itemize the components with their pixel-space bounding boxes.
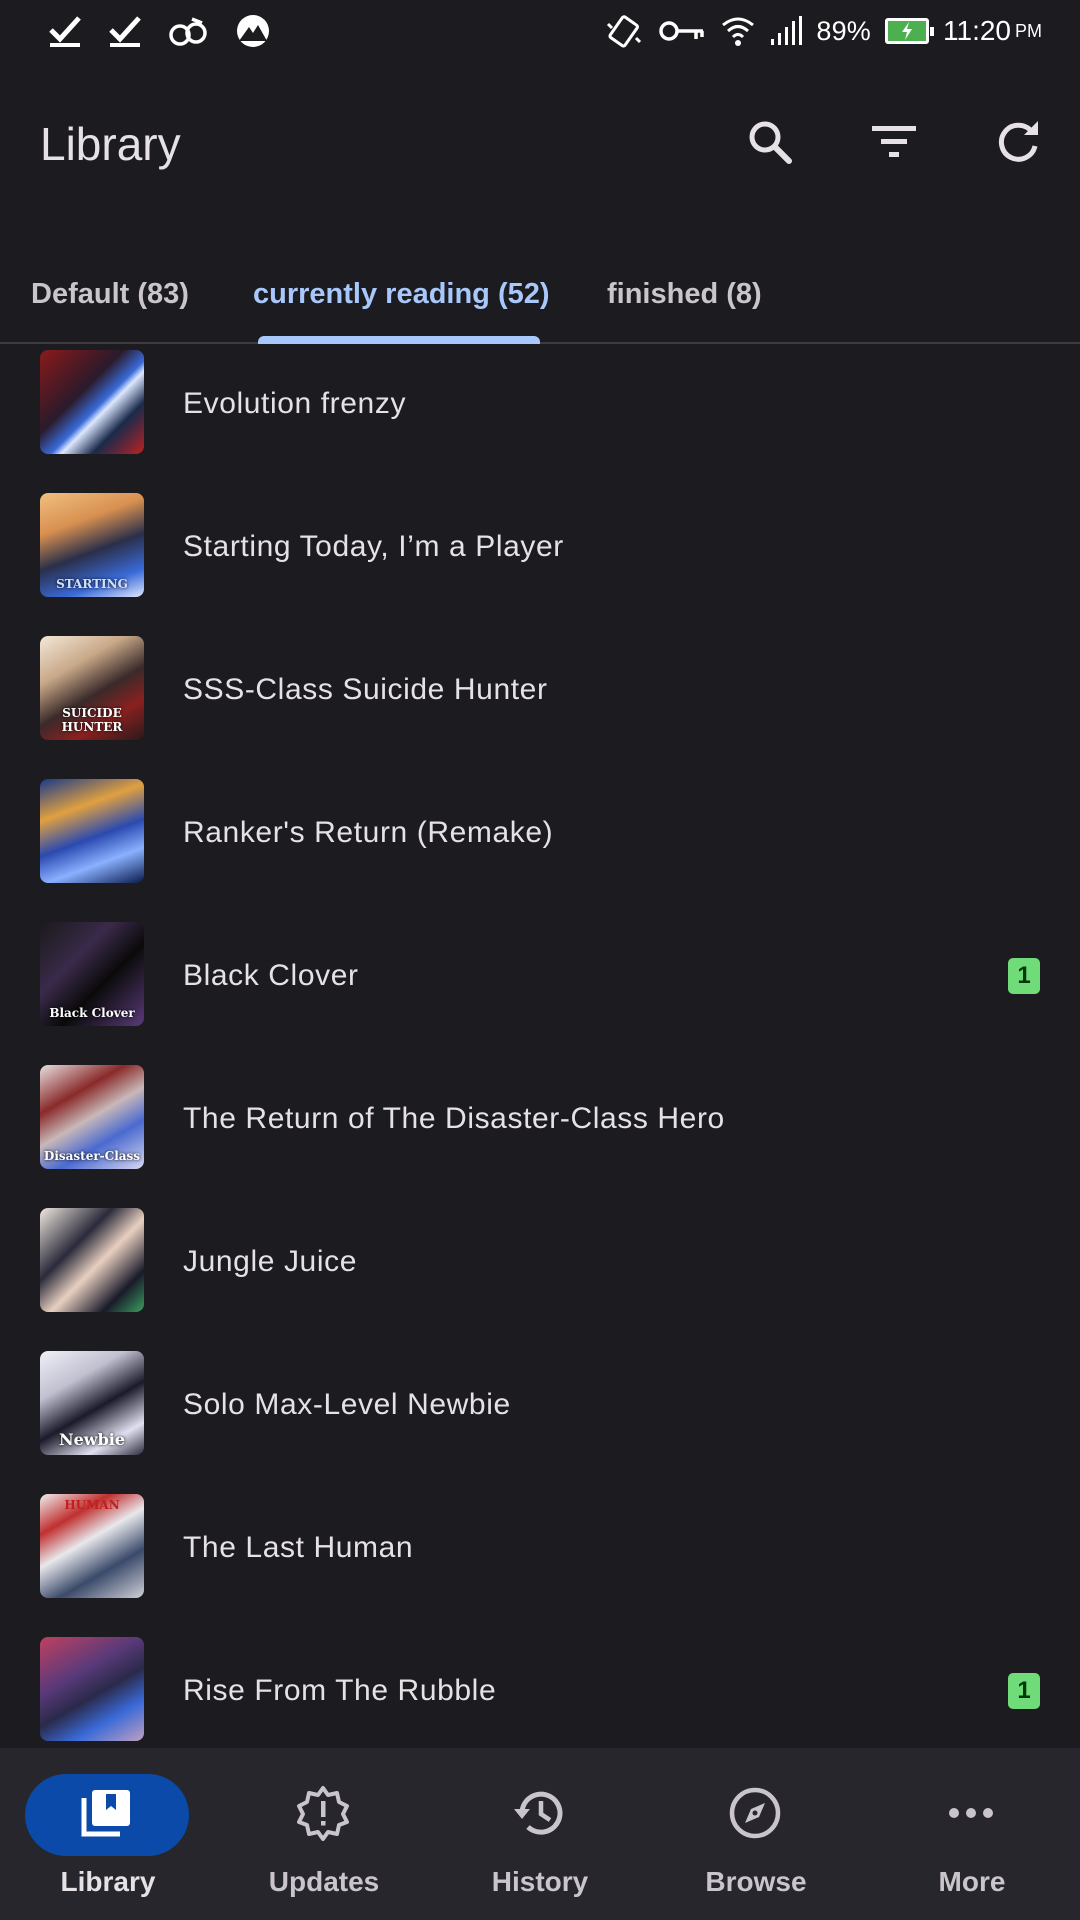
- cover-image: HUMAN: [40, 1494, 144, 1598]
- list-item[interactable]: HUMAN The Last Human: [0, 1476, 1080, 1619]
- status-bar-system: 89% 11:20 PM: [590, 13, 1042, 49]
- manga-title: Black Clover: [183, 958, 359, 992]
- tab-default[interactable]: Default (83): [31, 246, 189, 342]
- wifi-icon: [720, 13, 756, 49]
- nav-label: Updates: [268, 1866, 380, 1897]
- nav-label: History: [491, 1866, 589, 1897]
- cover-art-caption: Black Clover: [49, 1006, 135, 1020]
- nav-history[interactable]: History: [432, 1748, 648, 1920]
- history-icon: [511, 1785, 567, 1846]
- clock: 11:20 PM: [943, 15, 1042, 47]
- more-icon: [947, 1805, 995, 1826]
- updates-icon: [295, 1785, 351, 1846]
- manga-title: Jungle Juice: [183, 1244, 357, 1278]
- list-item[interactable]: Black Clover Black Clover 1: [0, 904, 1080, 1047]
- vpn-key-icon: [658, 16, 706, 46]
- manga-title: The Return of The Disaster-Class Hero: [183, 1101, 725, 1135]
- refresh-button[interactable]: [970, 96, 1066, 192]
- nav-browse[interactable]: Browse: [648, 1748, 864, 1920]
- mountain-app-icon: [234, 14, 272, 48]
- manga-title: Solo Max-Level Newbie: [183, 1387, 511, 1421]
- manga-title: Starting Today, I’m a Player: [183, 529, 564, 563]
- unread-badge: 1: [1008, 1672, 1040, 1709]
- cover-image: Newbie: [40, 1351, 144, 1455]
- unread-badge: 1: [1008, 957, 1040, 994]
- nav-icon-area: [241, 1774, 405, 1856]
- list-item[interactable]: Disaster-Class The Return of The Disaste…: [0, 1047, 1080, 1190]
- cover-image: STARTING: [40, 493, 144, 597]
- nav-label: Browse: [705, 1866, 807, 1897]
- cover-art-caption: Newbie: [58, 1430, 126, 1449]
- cover-image: [40, 350, 144, 454]
- battery-percent: 89%: [816, 15, 871, 46]
- check-icon: [108, 14, 142, 48]
- refresh-icon: [994, 118, 1042, 171]
- nav-updates[interactable]: Updates: [216, 1748, 432, 1920]
- nav-icon-area: [457, 1774, 621, 1856]
- nav-label: Library: [60, 1866, 156, 1897]
- bottom-navigation: Library Updates History Browse More: [0, 1748, 1080, 1920]
- signal-icon: [770, 15, 803, 47]
- cover-art-caption: SUICIDE HUNTER: [61, 706, 123, 734]
- manga-title: Evolution frenzy: [183, 386, 407, 420]
- category-tabs: Default (83) currently reading (52) fini…: [0, 246, 1080, 344]
- manga-title: SSS-Class Suicide Hunter: [183, 672, 548, 706]
- check-icon: [48, 14, 82, 48]
- tab-currently-reading[interactable]: currently reading (52): [253, 246, 550, 342]
- battery-icon: [885, 18, 934, 44]
- cover-image: [40, 1208, 144, 1312]
- cover-image: Black Clover: [40, 922, 144, 1026]
- cover-art-caption: Disaster-Class: [43, 1149, 141, 1163]
- cover-image: Disaster-Class: [40, 1065, 144, 1169]
- nav-more[interactable]: More: [864, 1748, 1080, 1920]
- list-item[interactable]: Jungle Juice: [0, 1190, 1080, 1333]
- manga-title: The Last Human: [183, 1530, 414, 1564]
- search-button[interactable]: [722, 96, 818, 192]
- app-notification-icon: [168, 14, 208, 48]
- nav-label: More: [938, 1866, 1006, 1897]
- filter-icon: [870, 118, 918, 171]
- cover-image: [40, 1637, 144, 1741]
- browse-icon: [727, 1785, 783, 1846]
- cover-image: [40, 779, 144, 883]
- active-tab-indicator: [258, 336, 540, 344]
- list-item[interactable]: SUICIDE HUNTER SSS-Class Suicide Hunter: [0, 618, 1080, 761]
- filter-button[interactable]: [846, 96, 942, 192]
- tab-finished[interactable]: finished (8): [607, 246, 762, 342]
- top-app-bar: Library: [0, 62, 1080, 226]
- status-bar-notifications: [48, 14, 298, 48]
- nav-active-indicator: [25, 1774, 189, 1856]
- list-item[interactable]: Ranker's Return (Remake): [0, 761, 1080, 904]
- vibrate-icon: [604, 14, 644, 48]
- page-title: Library: [40, 118, 181, 170]
- nav-icon-area: [889, 1774, 1053, 1856]
- cover-art-caption: STARTING: [56, 577, 128, 591]
- list-item[interactable]: Newbie Solo Max-Level Newbie: [0, 1333, 1080, 1476]
- clock-time: 11:20: [943, 15, 1011, 46]
- nav-icon-area: [673, 1774, 837, 1856]
- app-bar-actions: [694, 96, 1066, 192]
- clock-ampm: PM: [1015, 20, 1042, 41]
- nav-library[interactable]: Library: [0, 1748, 216, 1920]
- library-icon: [80, 1786, 134, 1845]
- cover-art-caption: HUMAN: [64, 1498, 120, 1512]
- manga-title: Rise From The Rubble: [183, 1673, 497, 1707]
- search-icon: [746, 118, 794, 171]
- status-bar: 89% 11:20 PM: [0, 0, 1080, 62]
- cover-image: SUICIDE HUNTER: [40, 636, 144, 740]
- list-item[interactable]: STARTING Starting Today, I’m a Player: [0, 475, 1080, 618]
- list-item[interactable]: Rise From The Rubble 1: [0, 1619, 1080, 1748]
- list-item[interactable]: Evolution frenzy: [0, 346, 1080, 475]
- manga-title: Ranker's Return (Remake): [183, 815, 554, 849]
- library-list[interactable]: Evolution frenzy STARTING Starting Today…: [0, 346, 1080, 1748]
